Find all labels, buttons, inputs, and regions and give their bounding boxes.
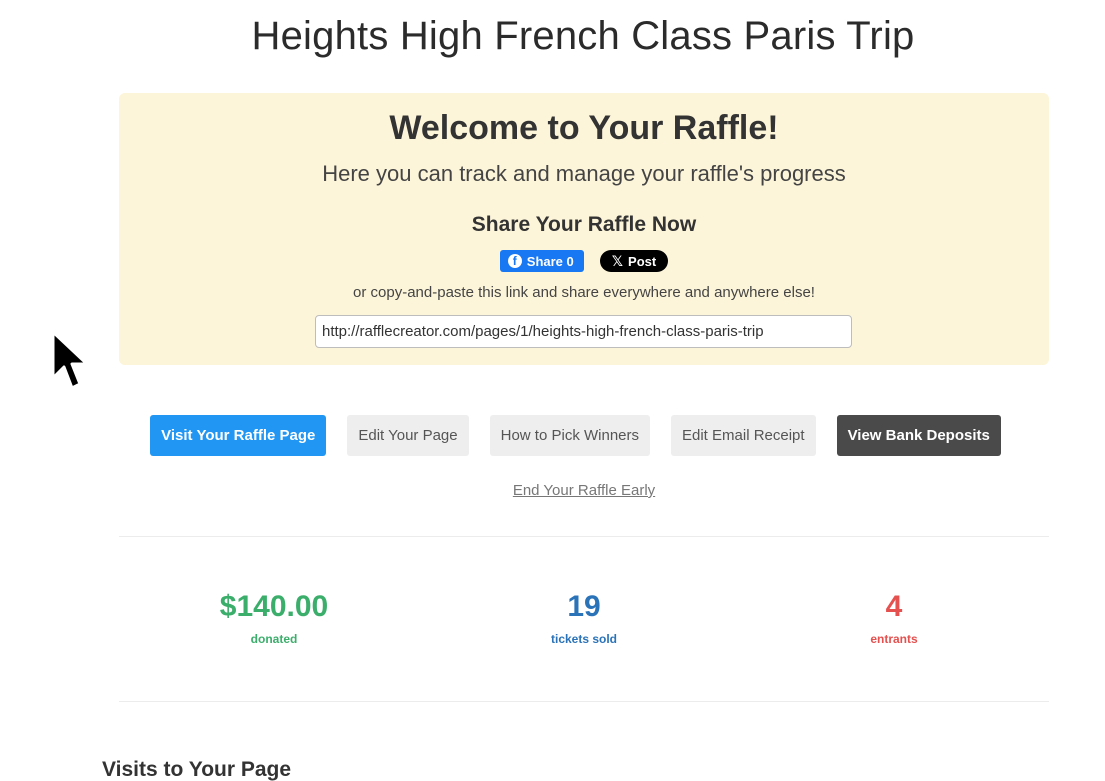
entrants-label: entrants — [870, 632, 918, 646]
edit-page-button[interactable]: Edit Your Page — [347, 415, 469, 456]
mouse-cursor-icon — [50, 330, 90, 397]
stat-tickets-sold: 19 tickets sold — [434, 590, 734, 646]
pick-winners-button[interactable]: How to Pick Winners — [489, 415, 650, 456]
facebook-share-label: Share 0 — [526, 253, 574, 269]
welcome-panel: Welcome to Your Raffle! Here you can tra… — [119, 93, 1049, 365]
raffle-dashboard: Heights High French Class Paris Trip Wel… — [0, 0, 1105, 781]
end-raffle-early-link[interactable]: End Your Raffle Early — [0, 482, 1105, 499]
visits-heading: Visits to Your Page — [102, 758, 292, 781]
x-post-button[interactable]: 𝕏 Post — [599, 250, 669, 272]
stat-entrants: 4 entrants — [744, 590, 1044, 646]
x-icon: 𝕏 — [611, 252, 624, 269]
page-title: Heights High French Class Paris Trip — [251, 14, 915, 58]
view-bank-deposits-button[interactable]: View Bank Deposits — [836, 415, 1001, 456]
donated-value: $140.00 — [219, 590, 329, 623]
tickets-sold-label: tickets sold — [550, 632, 618, 646]
raffle-link-field[interactable] — [315, 315, 852, 348]
share-buttons: f Share 0 𝕏 Post — [119, 250, 1049, 272]
edit-email-receipt-button[interactable]: Edit Email Receipt — [671, 415, 816, 456]
tickets-sold-value: 19 — [567, 590, 601, 623]
share-heading: Share Your Raffle Now — [471, 213, 697, 236]
x-post-label: Post — [628, 253, 657, 269]
facebook-icon: f — [507, 254, 522, 268]
divider — [119, 701, 1049, 702]
welcome-subheading: Here you can track and manage your raffl… — [322, 161, 846, 186]
facebook-share-button[interactable]: f Share 0 — [499, 250, 584, 272]
visit-raffle-page-button[interactable]: Visit Your Raffle Page — [150, 415, 327, 456]
action-buttons: Visit Your Raffle Page Edit Your Page Ho… — [0, 415, 1105, 456]
welcome-heading: Welcome to Your Raffle! — [389, 109, 779, 147]
entrants-value: 4 — [885, 590, 903, 623]
stat-donated: $140.00 donated — [124, 590, 424, 646]
copy-link-instructions: or copy-and-paste this link and share ev… — [353, 284, 815, 301]
donated-label: donated — [250, 632, 298, 646]
divider — [119, 536, 1049, 537]
